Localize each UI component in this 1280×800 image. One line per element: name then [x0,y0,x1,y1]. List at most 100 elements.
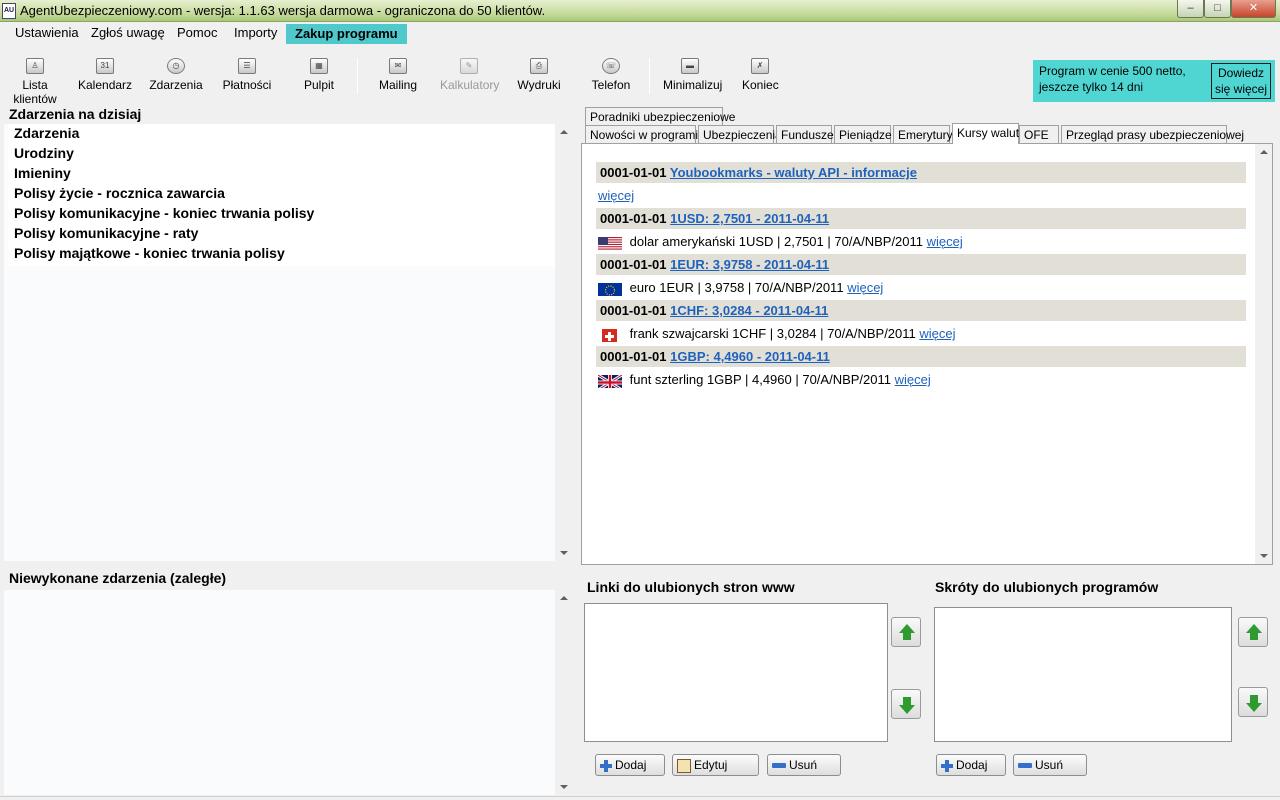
more-link[interactable]: więcej [927,234,963,249]
us-flag-icon [598,235,622,251]
today-event-item[interactable]: Urodziny [8,144,556,164]
tab-nowosci[interactable]: Nowości w programie [585,125,705,144]
plus-icon [941,759,953,772]
toolbar-label: Minimalizuj [663,78,723,92]
today-scrollbar[interactable] [555,124,572,561]
more-link[interactable]: więcej [847,280,883,295]
today-event-item[interactable]: Polisy życie - rocznica zawarcia [8,184,556,204]
phone-icon: ☏ [602,58,620,74]
shortcuts-move-up-button[interactable] [1238,617,1268,647]
rate-link-eur[interactable]: 1EUR: 3,9758 - 2011-04-11 [670,257,829,272]
overdue-scrollbar[interactable] [555,590,572,795]
today-event-item[interactable]: Imieniny [8,164,556,184]
news-date: 0001-01-01 [600,257,667,272]
news-scrollbar[interactable] [1255,144,1272,564]
eu-flag-icon [598,281,622,297]
today-event-item[interactable]: Polisy komunikacyjne - raty [8,224,556,244]
ch-flag-icon [598,327,622,343]
toolbar-mailing[interactable]: ✉ Mailing [378,58,418,92]
learn-more-line-1: Dowiedz [1217,66,1265,80]
news-row: frank szwajcarski 1CHF | 3,0284 | 70/A/N… [596,321,1246,346]
events-icon: ◷ [167,58,185,74]
tab-kursy-walut[interactable]: Kursy walut [952,123,1019,144]
maximize-window-button[interactable]: □ [1204,0,1231,18]
toolbar-kalendarz[interactable]: 31 Kalendarz [78,58,132,92]
rate-text: frank szwajcarski 1CHF | 3,0284 | 70/A/N… [629,326,916,341]
toolbar-label: Mailing [378,78,417,92]
news-row: funt szterling 1GBP | 4,4960 | 70/A/NBP/… [596,367,1246,392]
toolbar-telefon[interactable]: ☏ Telefon [591,58,631,92]
toolbar-lista-klientow[interactable]: ♙ Lista klientów [2,58,68,106]
menu-importy[interactable]: Importy [230,25,281,43]
today-event-item[interactable]: Zdarzenia [8,124,556,144]
favorite-links-list[interactable] [584,603,888,742]
window-title: AgentUbezpieczeniowy.com - wersja: 1.1.6… [20,3,546,18]
plus-icon [600,759,612,772]
toolbar-zdarzenia[interactable]: ◷ Zdarzenia [148,58,204,92]
news-row: więcej [596,183,1246,208]
more-link[interactable]: więcej [598,188,634,203]
toolbar-label: Kalendarz [78,78,133,92]
news-row: dolar amerykański 1USD | 2,7501 | 70/A/N… [596,229,1246,254]
rate-link-gbp[interactable]: 1GBP: 4,4960 - 2011-04-11 [670,349,830,364]
today-event-item[interactable]: Polisy majątkowe - koniec trwania polisy [8,244,556,264]
tab-ofe[interactable]: OFE [1019,125,1059,144]
tab-ubezpieczenia[interactable]: Ubezpieczenia [698,125,782,144]
shortcuts-add-button[interactable]: Dodaj [936,754,1006,776]
scroll-down-icon[interactable] [1260,554,1268,558]
news-row: euro 1EUR | 3,9758 | 70/A/NBP/2011 więce… [596,275,1246,300]
news-date: 0001-01-01 [600,165,667,180]
toolbar-koniec[interactable]: ✗ Koniec [742,58,779,92]
title-bar: AU AgentUbezpieczeniowy.com - wersja: 1.… [0,0,1280,22]
news-link[interactable]: Youbookmarks - waluty API - informacje [670,165,917,180]
gb-flag-icon [598,373,622,389]
shortcuts-move-down-button[interactable] [1238,687,1268,717]
scroll-up-icon[interactable] [1260,150,1268,154]
tab-przeglad-prasy[interactable]: Przegląd prasy ubezpieczeniowej [1061,125,1244,144]
menu-ustawienia[interactable]: Ustawienia [11,25,83,43]
menu-zglos-uwage[interactable]: Zgłoś uwagę [87,25,169,43]
exit-icon: ✗ [751,58,769,74]
scroll-up-icon[interactable] [560,130,568,134]
menu-pomoc[interactable]: Pomoc [173,25,221,43]
overdue-events-title: Niewykonane zdarzenia (zaległe) [9,570,227,586]
promo-text: Program w cenie 500 netto, jeszcze tylko… [1039,63,1209,95]
rate-text: euro 1EUR | 3,9758 | 70/A/NBP/2011 [629,280,844,295]
more-link[interactable]: więcej [895,372,931,387]
links-remove-button[interactable]: Usuń [767,754,841,776]
favorite-shortcuts-list[interactable] [934,607,1232,742]
toolbar-minimalizuj[interactable]: ▬ Minimalizuj [663,58,722,92]
tab-emerytury[interactable]: Emerytury [893,125,953,144]
toolbar-platnosci[interactable]: ☰ Płatności [222,58,272,92]
scroll-down-icon[interactable] [560,785,568,789]
links-move-up-button[interactable] [891,617,921,647]
learn-more-button[interactable]: Dowiedz się więcej [1211,63,1271,99]
rate-link-chf[interactable]: 1CHF: 3,0284 - 2011-04-11 [670,303,828,318]
toolbar-pulpit[interactable]: ▦ Pulpit [302,58,336,92]
rate-link-usd[interactable]: 1USD: 2,7501 - 2011-04-11 [670,211,829,226]
shortcuts-remove-button[interactable]: Usuń [1013,754,1087,776]
clients-icon: ♙ [26,58,44,74]
print-icon: ⎙ [530,58,548,74]
news-date: 0001-01-01 [600,303,667,318]
links-edit-button[interactable]: Edytuj [672,754,759,776]
tab-fundusze[interactable]: Fundusze [776,125,834,144]
minimize-window-button[interactable]: – [1177,0,1204,18]
toolbar-wydruki[interactable]: ⎙ Wydruki [517,58,561,92]
scroll-down-icon[interactable] [560,551,568,555]
more-link[interactable]: więcej [919,326,955,341]
arrow-down-icon [899,705,915,714]
today-event-item[interactable]: Polisy komunikacyjne - koniec trwania po… [8,204,556,224]
links-move-down-button[interactable] [891,689,921,719]
scroll-up-icon[interactable] [560,596,568,600]
menu-zakup-programu[interactable]: Zakup programu [286,24,407,44]
favorite-shortcuts-title: Skróty do ulubionych programów [935,579,1159,595]
news-date: 0001-01-01 [600,211,667,226]
toolbar-label: Kalkulatory [440,78,500,92]
tab-poradniki[interactable]: Poradniki ubezpieczeniowe [585,107,735,126]
tab-pieniadze[interactable]: Pieniądze [834,125,892,144]
toolbar-label: Lista klientów [13,78,57,106]
currency-rates-list: 0001-01-01 Youbookmarks - waluty API - i… [596,162,1246,392]
close-window-button[interactable]: ✕ [1231,0,1276,18]
links-add-button[interactable]: Dodaj [595,754,665,776]
